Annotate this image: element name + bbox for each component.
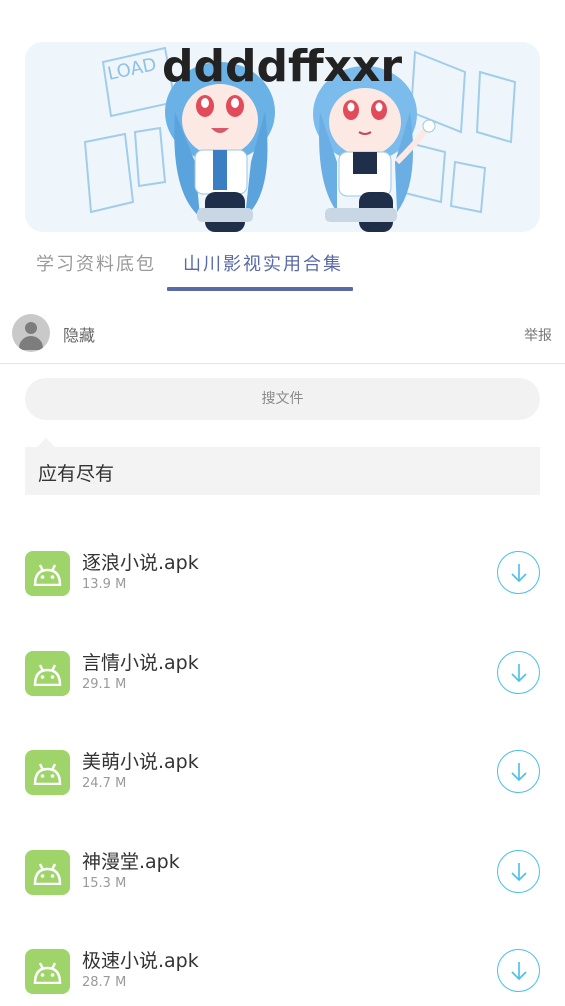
list-item[interactable]: 神漫堂.apk 15.3 M — [0, 821, 565, 921]
search-input[interactable]: 搜文件 — [25, 378, 540, 420]
tab-bar: 学习资料底包 山川影视实用合集 — [0, 238, 565, 292]
tab-study-materials[interactable]: 学习资料底包 — [36, 250, 156, 276]
download-arrow-icon — [511, 862, 527, 881]
banner-overlay-text: ddddffxxr — [162, 42, 403, 92]
file-list: 逐浪小说.apk 13.9 M 言情小说.apk 29.1 M 美萌小说.apk… — [0, 522, 565, 1006]
file-size: 28.7 M — [82, 975, 127, 990]
file-size: 24.7 M — [82, 776, 127, 791]
author-name[interactable]: 隐藏 — [63, 322, 95, 346]
android-icon — [25, 551, 70, 596]
tab-film-collection[interactable]: 山川影视实用合集 — [183, 250, 343, 276]
download-arrow-icon — [511, 763, 527, 782]
download-button[interactable] — [497, 949, 540, 992]
download-button[interactable] — [497, 849, 540, 893]
banner[interactable]: LOAD ddddffxxr — [25, 42, 540, 232]
file-size: 13.9 M — [82, 577, 127, 592]
list-item[interactable]: 美萌小说.apk 24.7 M — [0, 721, 565, 821]
file-name: 言情小说.apk — [82, 651, 199, 674]
share-description: 应有尽有 — [25, 438, 540, 495]
file-name: 神漫堂.apk — [82, 850, 180, 873]
download-button[interactable] — [497, 551, 540, 594]
file-size: 29.1 M — [82, 676, 127, 692]
list-item[interactable]: 言情小说.apk 29.1 M — [0, 622, 565, 722]
file-name: 极速小说.apk — [82, 950, 199, 972]
list-item[interactable]: 极速小说.apk 28.7 M — [0, 920, 565, 1006]
file-name: 美萌小说.apk — [82, 751, 199, 773]
android-icon — [25, 949, 70, 994]
android-icon — [25, 849, 70, 895]
file-size: 15.3 M — [82, 875, 127, 891]
android-icon — [25, 750, 70, 795]
author-row: 隐藏 举报 — [0, 306, 565, 364]
report-button[interactable]: 举报 — [524, 325, 552, 345]
download-arrow-icon — [511, 962, 527, 981]
file-name: 逐浪小说.apk — [82, 552, 199, 574]
user-avatar-icon[interactable] — [12, 314, 50, 352]
download-button[interactable] — [497, 650, 540, 694]
active-tab-indicator — [167, 287, 353, 291]
list-item[interactable]: 逐浪小说.apk 13.9 M — [0, 522, 565, 622]
download-arrow-icon — [511, 564, 527, 583]
download-button[interactable] — [497, 750, 540, 793]
description-text: 应有尽有 — [38, 463, 115, 485]
android-icon — [25, 650, 70, 696]
download-arrow-icon — [511, 663, 527, 682]
